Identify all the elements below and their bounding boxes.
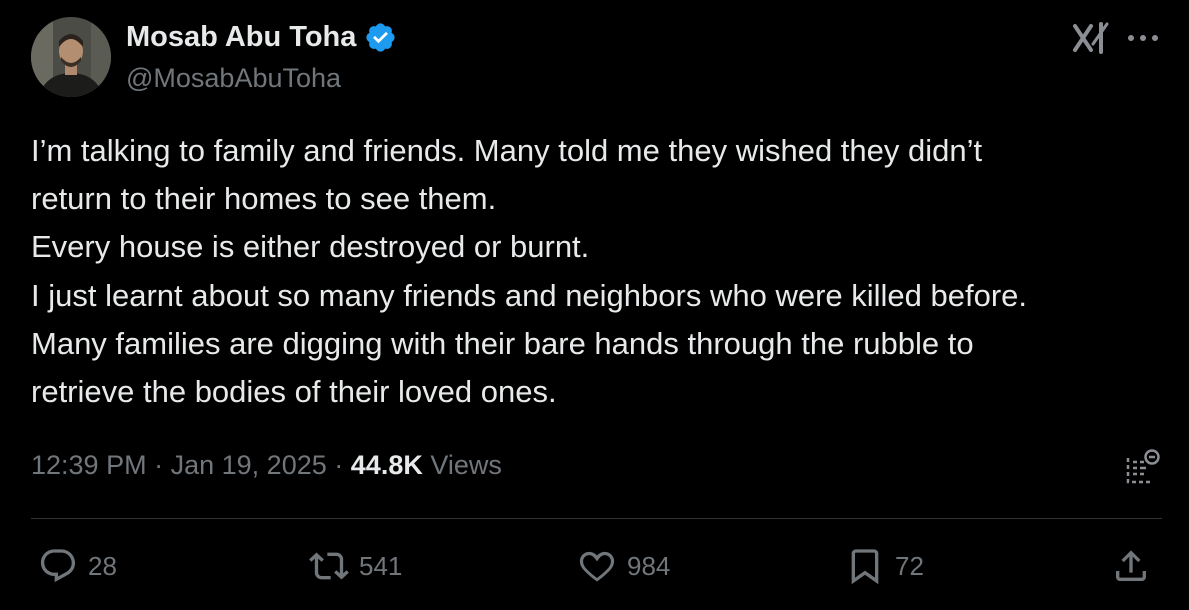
repost-icon — [309, 552, 349, 580]
tweet-meta: 12:39 PM · Jan 19, 2025 · 44.8K Views — [31, 446, 502, 484]
verified-badge-icon — [366, 22, 395, 52]
author-name-text[interactable]: Mosab Abu Toha — [126, 19, 356, 55]
meta-separator: · — [154, 450, 164, 480]
avatar-image — [31, 17, 111, 97]
grok-analyze-icon[interactable] — [1122, 446, 1162, 486]
share-button[interactable] — [1111, 545, 1151, 587]
like-button[interactable]: 984 — [577, 545, 670, 587]
like-count: 984 — [627, 550, 671, 581]
divider — [31, 518, 1162, 519]
tweet-line: I just learnt about so many friends and … — [31, 277, 1028, 313]
tweet-line: I’m talking to family and friends. Many … — [31, 133, 983, 168]
grok-icon[interactable] — [1071, 20, 1111, 56]
reply-button[interactable]: 28 — [38, 545, 117, 587]
reply-count: 28 — [88, 550, 117, 581]
tweet-date[interactable]: Jan 19, 2025 — [171, 450, 327, 480]
bookmark-button[interactable]: 72 — [845, 545, 924, 587]
views-label: Views — [430, 450, 502, 480]
reply-icon — [40, 549, 76, 583]
tweet-line: Every house is either destroyed or burnt… — [31, 229, 590, 265]
author-name[interactable]: Mosab Abu Toha — [126, 19, 397, 55]
repost-count: 541 — [359, 550, 403, 581]
bookmark-icon — [851, 549, 879, 585]
share-icon — [1116, 550, 1146, 581]
heart-icon — [579, 551, 615, 582]
tweet-line: Many families are digging with their bar… — [31, 325, 974, 361]
author-handle[interactable]: @MosabAbuToha — [126, 60, 341, 96]
tweet-text: I’m talking to family and friends. Many … — [31, 127, 1171, 416]
tweet-line: return to their homes to see them. — [31, 181, 497, 217]
meta-separator: · — [334, 450, 344, 480]
tweet-time[interactable]: 12:39 PM — [31, 450, 147, 480]
repost-button[interactable]: 541 — [309, 545, 402, 587]
avatar[interactable] — [31, 17, 111, 97]
tweet-line: retrieve the bodies of their loved ones. — [31, 374, 557, 410]
more-options-icon[interactable] — [1125, 24, 1161, 52]
views-count: 44.8K — [350, 450, 423, 480]
bookmark-count: 72 — [895, 550, 924, 581]
